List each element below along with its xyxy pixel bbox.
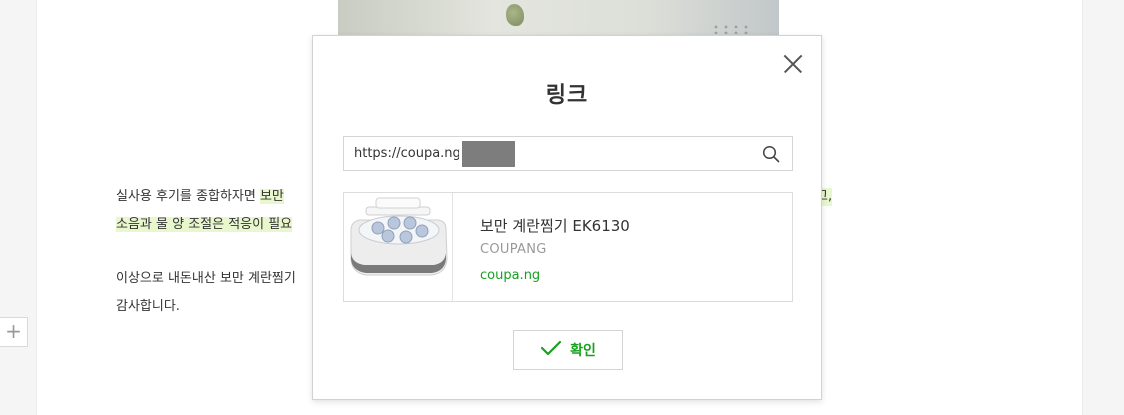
post-line-2-highlight: 소음과 물 양 조절은 적응이 필요 [116, 217, 293, 232]
preview-domain: coupa.ng [480, 268, 541, 283]
post-line-2: 소음과 물 양 조절은 적응이 필요 [116, 216, 293, 234]
post-line-1-highlight: 보만 [259, 189, 284, 204]
preview-title: 보만 계란찜기 EK6130 [480, 217, 630, 235]
url-redaction [462, 141, 515, 167]
add-block-button[interactable]: + [0, 317, 28, 347]
search-icon[interactable] [762, 145, 780, 163]
post-line-4: 감사합니다. [116, 299, 180, 314]
url-field[interactable] [343, 136, 793, 171]
plus-icon: + [5, 319, 22, 343]
photo-texture [711, 24, 751, 34]
close-icon[interactable] [783, 54, 803, 74]
post-line-1-text: 실사용 후기를 종합하자면 [116, 189, 260, 204]
confirm-label: 확인 [570, 343, 596, 359]
link-dialog: 링크 https://coupa.ng/ 보만 계란찜기 EK6130 COUP… [312, 35, 822, 400]
preview-source: COUPANG [480, 242, 547, 257]
check-icon [540, 339, 562, 361]
photo-leaf [506, 4, 524, 26]
url-input[interactable] [354, 137, 459, 170]
post-photo [338, 0, 779, 36]
post-line-3: 이상으로 내돈내산 보만 계란찜기 [116, 271, 296, 286]
link-preview-card[interactable]: 보만 계란찜기 EK6130 COUPANG coupa.ng [343, 192, 793, 302]
confirm-button[interactable]: 확인 [513, 330, 623, 370]
product-thumbnail [344, 193, 453, 301]
post-line-1: 실사용 후기를 종합하자면 보만 [116, 188, 284, 206]
dialog-title: 링크 [545, 83, 589, 108]
